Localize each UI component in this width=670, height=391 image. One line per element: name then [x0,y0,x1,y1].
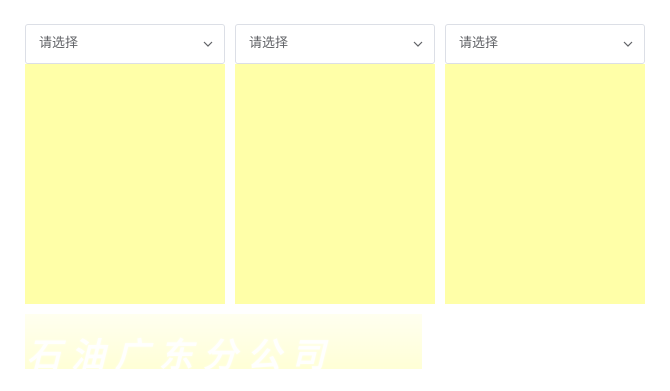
select-placeholder: 请选择 [459,36,499,51]
watermark-text: 石油广东分公司 [27,336,335,369]
chevron-down-icon [202,38,214,50]
yellow-panel-3 [445,64,645,304]
select-dropdown-2[interactable]: 请选择 [235,24,435,64]
select-column-3: 请选择 [445,24,645,304]
watermark-banner: 石油广东分公司 [25,314,422,369]
chevron-down-icon [412,38,424,50]
select-column-1: 请选择 [25,24,225,304]
select-placeholder: 请选择 [39,36,79,51]
select-column-2: 请选择 [235,24,435,304]
select-placeholder: 请选择 [249,36,289,51]
page: 请选择 请选择 请选择 石油广东分公司 [0,0,670,391]
chevron-down-icon [622,38,634,50]
select-dropdown-1[interactable]: 请选择 [25,24,225,64]
yellow-panel-1 [25,64,225,304]
select-dropdown-3[interactable]: 请选择 [445,24,645,64]
yellow-panel-2 [235,64,435,304]
